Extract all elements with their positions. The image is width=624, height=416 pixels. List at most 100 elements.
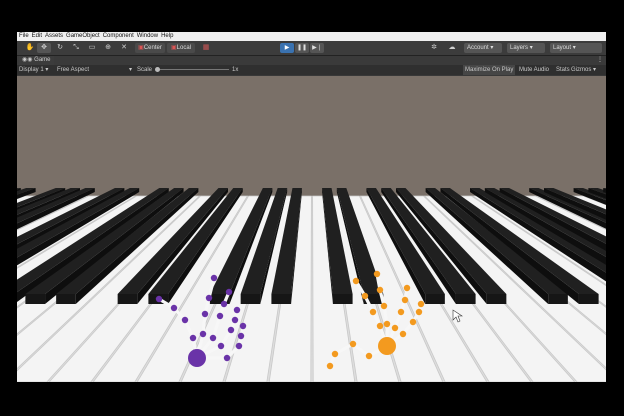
- finger-joint: [181, 316, 189, 324]
- finger-joint: [326, 362, 334, 370]
- finger-joint: [220, 300, 228, 308]
- display-label: Display 1: [19, 67, 44, 73]
- finger-joint: [369, 308, 377, 316]
- tab-game-label: Game: [34, 57, 51, 63]
- account-dropdown[interactable]: Account ▾: [464, 43, 502, 53]
- play-button[interactable]: ▶: [280, 43, 294, 53]
- menu-bar: File Edit Assets GameObject Component Wi…: [17, 32, 606, 41]
- scale-tool-icon[interactable]: ⤡: [69, 43, 83, 53]
- step-button[interactable]: ▶❘: [310, 43, 324, 53]
- account-label: Account: [467, 45, 489, 51]
- finger-joint: [401, 296, 409, 304]
- move-tool-icon[interactable]: ✥: [37, 43, 51, 53]
- unity-editor-window: File Edit Assets GameObject Component Wi…: [17, 32, 606, 382]
- black-key-front: [425, 294, 445, 304]
- layout-label: Layout: [553, 45, 572, 51]
- transform-tool-icon[interactable]: ⊕: [101, 43, 115, 53]
- space-local-toggle[interactable]: ▣Local: [167, 43, 195, 53]
- mute-audio-toggle[interactable]: Mute Audio: [519, 65, 549, 75]
- palm-sphere: [188, 349, 206, 367]
- stats-toggle[interactable]: Stats: [556, 65, 570, 75]
- aspect-label: Free Aspect: [57, 67, 90, 73]
- game-tab-bar: ◉◉ Game ⋮: [17, 56, 606, 65]
- finger-joint: [231, 316, 239, 324]
- aspect-dropdown[interactable]: Free Aspect ▾: [57, 65, 132, 75]
- finger-joint: [225, 288, 233, 296]
- hand-tool-icon[interactable]: ✋: [23, 43, 37, 53]
- maximize-on-play-toggle[interactable]: Maximize On Play: [463, 65, 516, 75]
- game-controller-icon: ◉◉: [22, 57, 33, 63]
- tab-game[interactable]: ◉◉ Game: [19, 56, 54, 65]
- chevron-down-icon: ▾: [572, 45, 576, 51]
- finger-joint: [199, 330, 207, 338]
- finger-joint: [155, 295, 163, 303]
- black-key-front: [56, 294, 76, 304]
- finger-joint: [365, 352, 373, 360]
- black-key-front: [25, 294, 46, 304]
- pivot-center-toggle[interactable]: ▣Center: [135, 43, 165, 53]
- rect-tool-icon[interactable]: ▭: [85, 43, 99, 53]
- game-controls-bar: Display 1 ▾ Free Aspect ▾ Scale 1x Maximi…: [17, 65, 606, 75]
- black-key-front: [271, 294, 292, 304]
- piano-keyboard: [17, 188, 606, 382]
- menu-assets[interactable]: Assets: [45, 32, 63, 41]
- display-dropdown[interactable]: Display 1 ▾: [19, 65, 48, 75]
- game-view[interactable]: [17, 76, 606, 382]
- finger-joint: [237, 332, 245, 340]
- finger-joint: [403, 284, 411, 292]
- chevron-down-icon: ▾: [490, 45, 494, 51]
- gizmos-dropdown[interactable]: Gizmos ▾: [571, 65, 596, 75]
- finger-joint: [383, 320, 391, 328]
- menu-window[interactable]: Window: [137, 32, 158, 41]
- finger-joint: [223, 354, 231, 362]
- finger-joint: [380, 302, 388, 310]
- menu-gameobject[interactable]: GameObject: [66, 32, 100, 41]
- finger-joint: [376, 322, 384, 330]
- more-options-icon[interactable]: ⋮: [597, 56, 603, 65]
- finger-joint: [217, 342, 225, 350]
- finger-joint: [189, 334, 197, 342]
- main-toolbar: ✋ ✥ ↻ ⤡ ▭ ⊕ ✕ ▣Center ▣Local ▦ ▶ ❚❚ ▶❘ ✲…: [17, 41, 606, 56]
- space-label: Local: [176, 45, 191, 51]
- layers-dropdown[interactable]: Layers ▾: [507, 43, 545, 53]
- finger-joint: [239, 322, 247, 330]
- pivot-label: Center: [143, 45, 162, 51]
- layers-label: Layers: [510, 45, 529, 51]
- scale-value: 1x: [232, 67, 239, 73]
- scale-slider[interactable]: [155, 65, 230, 75]
- slider-handle[interactable]: [155, 67, 160, 72]
- rotate-tool-icon[interactable]: ↻: [53, 43, 67, 53]
- black-key-front: [455, 294, 476, 304]
- black-key-front: [578, 294, 599, 304]
- finger-joint: [399, 330, 407, 338]
- finger-joint: [331, 350, 339, 358]
- menu-help[interactable]: Help: [161, 32, 173, 41]
- slider-track: [157, 69, 229, 70]
- finger-joint: [397, 308, 405, 316]
- chevron-down-icon: ▾: [529, 45, 533, 51]
- finger-joint: [373, 270, 381, 278]
- snap-icon[interactable]: ▦: [199, 43, 213, 53]
- finger-joint: [376, 286, 384, 294]
- finger-joint: [415, 308, 423, 316]
- gizmos-label: Gizmos: [571, 67, 592, 73]
- collab-icon[interactable]: ✲: [427, 43, 441, 53]
- finger-joint: [210, 274, 218, 282]
- menu-component[interactable]: Component: [103, 32, 134, 41]
- finger-joint: [417, 300, 425, 308]
- black-key-front: [240, 294, 261, 304]
- finger-joint: [205, 294, 213, 302]
- black-key-front: [117, 294, 138, 304]
- chevron-down-icon: ▾: [593, 67, 597, 73]
- menu-edit[interactable]: Edit: [32, 32, 42, 41]
- pause-button[interactable]: ❚❚: [295, 43, 309, 53]
- finger-joint: [201, 310, 209, 318]
- menu-file[interactable]: File: [19, 32, 29, 41]
- finger-joint: [349, 340, 357, 348]
- layout-dropdown[interactable]: Layout ▾: [550, 43, 602, 53]
- black-key-front: [332, 294, 353, 304]
- palm-sphere: [378, 337, 396, 355]
- cloud-icon[interactable]: ☁: [445, 43, 459, 53]
- finger-joint: [170, 304, 178, 312]
- custom-tool-icon[interactable]: ✕: [117, 43, 131, 53]
